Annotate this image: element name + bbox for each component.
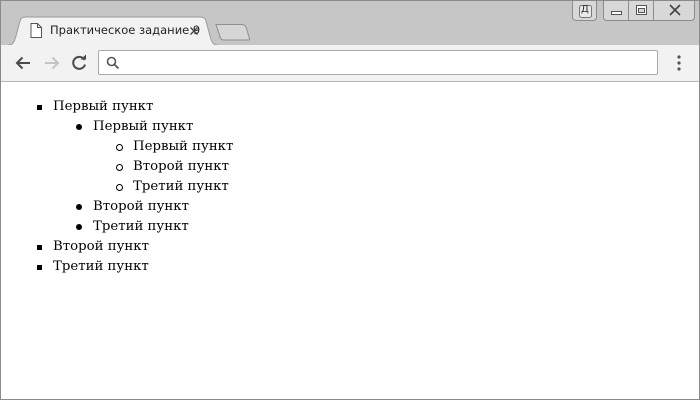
arrow-right-icon: [45, 56, 60, 70]
circle-bullet-icon: [116, 144, 123, 151]
list-item: Первый пункт: [1, 117, 233, 137]
page-content: Первый пункт Первый пункт Первый пункт В…: [1, 82, 699, 399]
disc-bullet-icon: [76, 124, 82, 130]
list-item: Третий пункт: [1, 177, 233, 197]
list-item: Третий пункт: [1, 217, 233, 237]
active-tab[interactable]: Практическое задание 9: [5, 16, 221, 46]
address-input[interactable]: [127, 54, 647, 71]
minimize-button[interactable]: [603, 1, 629, 21]
profile-badge-text: Д: [581, 4, 589, 15]
tab-strip: Практическое задание 9 Д: [1, 1, 699, 46]
list-item-text: Второй пункт: [53, 239, 149, 254]
address-bar[interactable]: [98, 50, 658, 75]
reload-icon: [72, 54, 86, 70]
square-bullet-icon: [37, 245, 42, 250]
list-item-text: Третий пункт: [133, 179, 229, 194]
minimize-icon: [611, 11, 622, 15]
browser-window: Практическое задание 9 Д Первый пункт Пе…: [0, 0, 700, 400]
disc-bullet-icon: [76, 224, 82, 230]
back-button[interactable]: [12, 52, 34, 74]
disc-bullet-icon: [76, 204, 82, 210]
square-bullet-icon: [37, 105, 42, 110]
close-window-icon: [669, 4, 681, 16]
list-item: Второй пункт: [1, 157, 233, 177]
tab-title: Практическое задание 9: [50, 23, 201, 37]
list-item-text: Третий пункт: [93, 219, 189, 234]
circle-bullet-icon: [116, 184, 123, 191]
list-item-text: Второй пункт: [93, 199, 189, 214]
browser-menu-button[interactable]: [669, 53, 689, 73]
list-root: Первый пункт Первый пункт Первый пункт В…: [1, 97, 233, 277]
restore-icon: [636, 5, 647, 15]
forward-button[interactable]: [41, 52, 63, 74]
list-item: Первый пункт: [1, 97, 233, 117]
arrow-left-icon: [15, 56, 30, 70]
maximize-button[interactable]: [628, 1, 654, 21]
list-item-text: Второй пункт: [133, 159, 229, 174]
list-item-text: Первый пункт: [53, 99, 154, 114]
nested-list: Первый пункт Первый пункт Первый пункт В…: [1, 97, 233, 277]
tab-close-icon[interactable]: [187, 24, 201, 38]
browser-toolbar: [1, 45, 699, 82]
list-item-text: Первый пункт: [93, 119, 194, 134]
list-item: Первый пункт: [1, 137, 233, 157]
search-icon: [106, 56, 120, 75]
close-window-button[interactable]: [653, 1, 695, 21]
list-item-text: Третий пункт: [53, 259, 149, 274]
list-item: Третий пункт: [1, 257, 233, 277]
new-tab-button[interactable]: [215, 23, 251, 41]
list-item: Второй пункт: [1, 197, 233, 217]
page-icon: [30, 23, 42, 38]
profile-button[interactable]: Д: [572, 1, 597, 21]
kebab-menu-icon: [677, 55, 681, 71]
reload-button[interactable]: [68, 52, 90, 74]
square-bullet-icon: [37, 265, 42, 270]
list-item: Второй пункт: [1, 237, 233, 257]
list-item-text: Первый пункт: [133, 139, 234, 154]
circle-bullet-icon: [116, 164, 123, 171]
